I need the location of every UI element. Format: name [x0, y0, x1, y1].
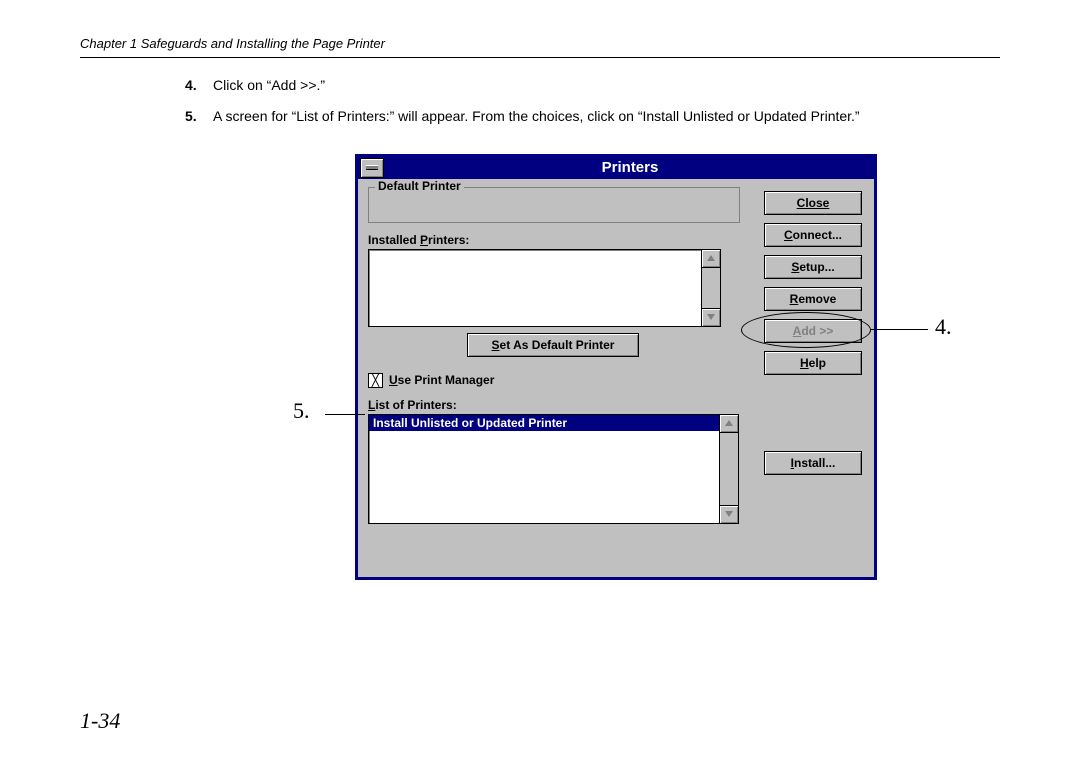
scrollbar[interactable]	[701, 249, 721, 327]
figure-container: Printers Default Printer Installed Print…	[355, 154, 885, 580]
selected-printer-item[interactable]: Install Unlisted or Updated Printer	[369, 415, 719, 431]
installed-printers-area: Installed Printers: Set As Default Print…	[368, 233, 738, 365]
set-default-printer-button[interactable]: Set As Default Printer	[467, 333, 639, 357]
connect-button[interactable]: Connect...	[764, 223, 862, 247]
instruction-steps: 4. Click on “Add >>.” 5. A screen for “L…	[185, 76, 980, 126]
step-number: 4.	[185, 76, 213, 95]
title-bar[interactable]: Printers	[358, 157, 874, 179]
checkbox-icon[interactable]: ╳	[368, 373, 383, 388]
install-button[interactable]: Install...	[764, 451, 862, 475]
callout-line-5	[325, 414, 365, 415]
close-button[interactable]: Close	[764, 191, 862, 215]
installed-printers-listbox[interactable]	[368, 249, 702, 327]
window-title: Printers	[386, 159, 874, 176]
scroll-up-icon[interactable]	[720, 415, 738, 433]
client-area: Default Printer Installed Printers:	[358, 179, 874, 577]
help-button[interactable]: Help	[764, 351, 862, 375]
install-button-wrap: Install...	[764, 451, 862, 483]
callout-4: 4.	[935, 314, 952, 340]
callout-line-4	[870, 329, 928, 330]
page-number: 1-34	[80, 708, 120, 734]
chapter-header: Chapter 1 Safeguards and Installing the …	[80, 36, 1000, 58]
step-5: 5. A screen for “List of Printers:” will…	[185, 107, 980, 126]
use-print-manager-label: Use Print Manager	[389, 373, 494, 387]
callout-5: 5.	[293, 398, 310, 424]
printers-dialog: Printers Default Printer Installed Print…	[355, 154, 877, 580]
step-text: A screen for “List of Printers:” will ap…	[213, 107, 980, 126]
default-printer-label: Default Printer	[375, 179, 464, 193]
step-text: Click on “Add >>.”	[213, 76, 980, 95]
remove-button[interactable]: Remove	[764, 287, 862, 311]
list-of-printers-label: List of Printers:	[368, 398, 864, 412]
scrollbar[interactable]	[719, 414, 739, 524]
system-menu-icon[interactable]	[360, 158, 384, 178]
scroll-down-icon[interactable]	[702, 308, 720, 326]
installed-printers-label: Installed Printers:	[368, 233, 738, 247]
list-of-printers-listbox[interactable]: Install Unlisted or Updated Printer	[368, 414, 720, 524]
step-number: 5.	[185, 107, 213, 126]
add-button[interactable]: Add >>	[764, 319, 862, 343]
setup-button[interactable]: Setup...	[764, 255, 862, 279]
default-printer-group: Default Printer	[368, 187, 740, 223]
button-column: Close Connect... Setup... Remove Add >> …	[764, 191, 862, 383]
scroll-up-icon[interactable]	[702, 250, 720, 268]
step-4: 4. Click on “Add >>.”	[185, 76, 980, 95]
scroll-down-icon[interactable]	[720, 505, 738, 523]
